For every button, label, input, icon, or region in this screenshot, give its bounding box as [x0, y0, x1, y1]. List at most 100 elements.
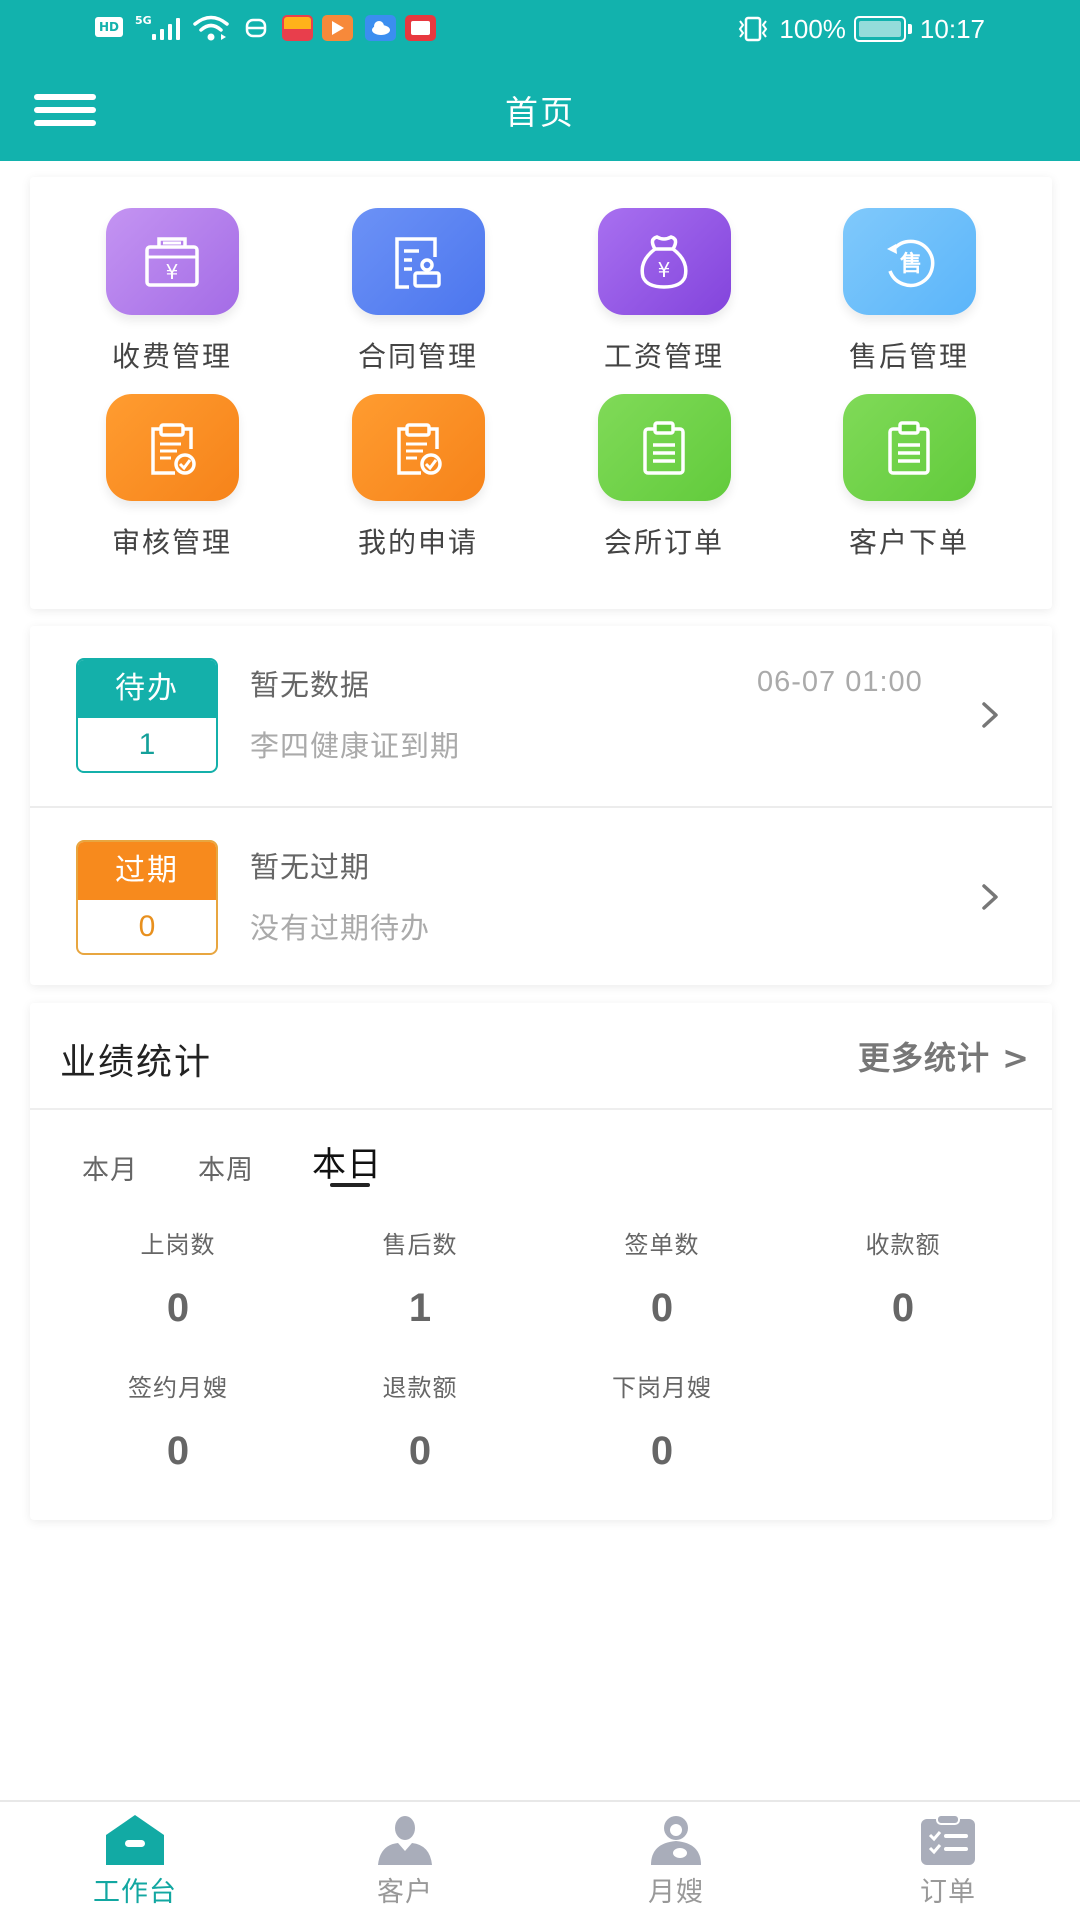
todo-pending-row[interactable]: 待办 1 暂无数据 李四健康证到期 06-07 01:00 — [30, 626, 1052, 806]
status-bar: HD 5G 100% 10:17 — [0, 0, 1080, 58]
performance-stats-card: 业绩统计 更多统计 > 本月 本周 本日 上岗数 0 售后数 1 签单数 0 收… — [30, 1003, 1052, 1520]
menu-item-audit-management[interactable]: 审核管理 — [72, 394, 272, 561]
svg-text:¥: ¥ — [658, 258, 671, 282]
stat-item: 上岗数 0 — [78, 1225, 278, 1331]
menu-item-label: 我的申请 — [357, 526, 478, 559]
overdue-title: 暂无过期 — [250, 850, 371, 884]
todo-overdue-row[interactable]: 过期 0 暂无过期 没有过期待办 — [30, 808, 1052, 988]
cash-register-yuan-icon: ¥ — [105, 208, 239, 315]
tab-label: 工作台 — [93, 1877, 177, 1908]
todo-card: 待办 1 暂无数据 李四健康证到期 06-07 01:00 过期 0 暂无过期 … — [30, 626, 1052, 985]
pending-count: 1 — [138, 728, 156, 761]
stat-label: 签单数 — [624, 1231, 700, 1259]
menu-item-club-orders[interactable]: 会所订单 — [564, 394, 764, 561]
overdue-subtitle: 没有过期待办 — [250, 911, 431, 945]
stat-value: 0 — [408, 1429, 432, 1473]
wifi-icon — [193, 15, 229, 41]
stat-item: 售后数 1 — [320, 1225, 520, 1331]
app-header: HD 5G 100% 10:17 首页 — [0, 0, 1080, 161]
stat-label: 售后数 — [382, 1231, 458, 1259]
menu-item-customer-orders[interactable]: 客户下单 — [809, 394, 1009, 561]
pending-badge: 待办 1 — [76, 658, 218, 773]
overdue-badge: 过期 0 — [76, 840, 218, 955]
tab-nannies[interactable]: 月嫂 — [576, 1802, 776, 1920]
battery-charging-icon — [853, 16, 912, 42]
clipboard-list-icon — [842, 394, 976, 501]
menu-item-label: 收费管理 — [111, 340, 232, 373]
stat-value: 1 — [408, 1286, 432, 1330]
tab-orders[interactable]: 订单 — [848, 1802, 1048, 1920]
hd-icon: HD — [95, 17, 123, 37]
network-type-label: 5G — [135, 14, 152, 27]
stat-label: 收款额 — [865, 1231, 941, 1259]
menu-item-label: 客户下单 — [848, 526, 969, 559]
tab-label: 客户 — [377, 1877, 433, 1908]
stat-value: 0 — [166, 1286, 190, 1330]
contract-stamp-icon — [351, 208, 485, 315]
svg-text:售: 售 — [900, 251, 922, 277]
book-app-icon — [405, 15, 436, 41]
video-app-icon — [322, 15, 353, 41]
stat-value: 0 — [166, 1429, 190, 1473]
workbench-home-icon — [106, 1815, 164, 1865]
page-title: 首页 — [505, 93, 575, 132]
chevron-right-icon — [982, 884, 998, 910]
stat-value: 0 — [650, 1286, 674, 1330]
stats-title: 业绩统计 — [60, 1042, 213, 1083]
tab-workbench[interactable]: 工作台 — [35, 1802, 235, 1920]
pending-badge-label: 待办 — [78, 660, 216, 718]
bottom-tab-bar: 工作台 客户 月嫂 订单 — [0, 1800, 1080, 1920]
tab-label: 订单 — [920, 1877, 976, 1908]
stat-label: 签约月嫂 — [128, 1374, 228, 1402]
stat-item: 退款额 0 — [320, 1368, 520, 1474]
period-tab-day[interactable]: 本日 — [312, 1137, 382, 1186]
clock: 10:17 — [919, 13, 985, 44]
stat-value: 0 — [650, 1429, 674, 1473]
menu-item-label: 会所订单 — [603, 526, 724, 559]
status-right: 100% 10:17 — [735, 10, 985, 48]
tab-label: 月嫂 — [648, 1877, 704, 1908]
clipboard-list-icon — [597, 394, 731, 501]
clipboard-check-icon — [351, 394, 485, 501]
stat-item: 收款额 0 — [803, 1225, 1003, 1331]
menu-item-label: 审核管理 — [111, 526, 232, 559]
svg-text:¥: ¥ — [166, 260, 179, 284]
period-tab-week[interactable]: 本周 — [198, 1148, 254, 1187]
menu-item-fee-management[interactable]: ¥ 收费管理 — [72, 208, 272, 375]
stat-value: 0 — [891, 1286, 915, 1330]
battery-percent: 100% — [779, 13, 846, 44]
stat-label: 退款额 — [382, 1374, 458, 1402]
stat-label: 上岗数 — [140, 1231, 216, 1259]
order-clipboard-icon — [921, 1815, 975, 1865]
period-tab-month[interactable]: 本月 — [82, 1148, 138, 1187]
clipboard-check-icon — [105, 394, 239, 501]
menu-item-contract-management[interactable]: 合同管理 — [318, 208, 518, 375]
quick-menu-card: ¥ 收费管理 合同管理 ¥ 工资管理 售 售后管理 审核管理 我的申请 会所订单… — [30, 177, 1052, 609]
menu-item-label: 工资管理 — [603, 340, 724, 373]
menu-item-salary-management[interactable]: ¥ 工资管理 — [564, 208, 764, 375]
more-stats-link[interactable]: 更多统计 > — [858, 1033, 1030, 1079]
chevron-right-icon — [982, 702, 998, 728]
pending-title: 暂无数据 — [250, 668, 371, 702]
customer-person-icon — [378, 1816, 432, 1865]
money-bag-yuan-icon: ¥ — [597, 208, 731, 315]
stat-label: 下岗月嫂 — [612, 1374, 712, 1402]
stat-item: 签约月嫂 0 — [78, 1368, 278, 1474]
nanny-mother-baby-icon — [651, 1816, 701, 1865]
divider — [30, 1108, 1052, 1110]
stat-item: 下岗月嫂 0 — [562, 1368, 762, 1474]
overdue-badge-label: 过期 — [78, 842, 216, 900]
menu-item-label: 合同管理 — [357, 340, 478, 373]
menu-item-label: 售后管理 — [848, 340, 969, 373]
app-notification-icon — [282, 15, 313, 41]
tab-customers[interactable]: 客户 — [305, 1802, 505, 1920]
signal-icon — [152, 18, 186, 40]
pending-time: 06-07 01:00 — [757, 666, 923, 698]
bot-icon — [245, 18, 267, 38]
menu-item-my-applications[interactable]: 我的申请 — [318, 394, 518, 561]
active-period-indicator — [330, 1183, 370, 1187]
menu-item-after-sales-management[interactable]: 售 售后管理 — [809, 208, 1009, 375]
overdue-count: 0 — [138, 910, 156, 943]
stat-item: 签单数 0 — [562, 1225, 762, 1331]
pending-subtitle: 李四健康证到期 — [250, 729, 461, 763]
